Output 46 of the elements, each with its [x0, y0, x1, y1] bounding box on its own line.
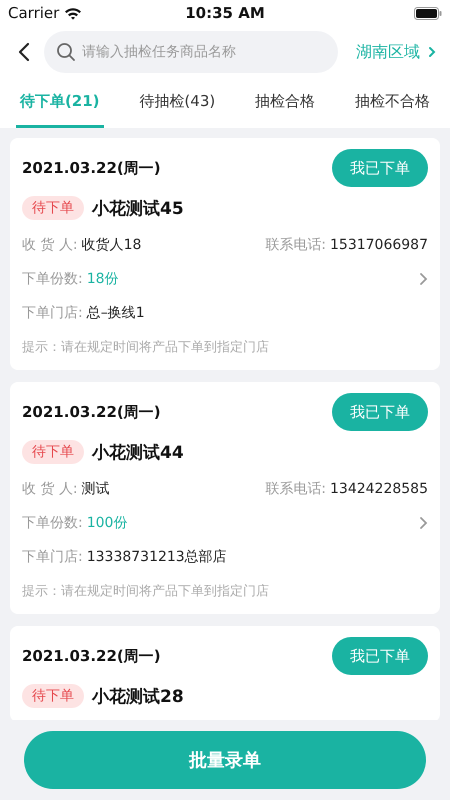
receiver-value: 收货人18 [82, 237, 142, 253]
batch-entry-button[interactable]: 批量录单 [24, 731, 426, 789]
region-selector[interactable]: 湖南区域 [352, 42, 440, 62]
phone-value: 13424228585 [330, 481, 428, 497]
product-title: 小花测试45 [92, 198, 184, 220]
status-tag: 待下单 [22, 440, 84, 464]
field-label: 收 货 人: [22, 237, 78, 253]
hint-text: 提示：请在规定时间将产品下单到指定门店 [22, 583, 269, 600]
tab[interactable]: 待下单(21) [16, 78, 104, 128]
order-date: 2021.03.22(周一) [22, 646, 161, 666]
chevron-right-icon [428, 46, 436, 58]
tab[interactable]: 抽检合格 [251, 78, 320, 128]
wifi-icon [64, 6, 82, 20]
chevron-right-icon[interactable] [419, 516, 428, 530]
status-tag: 待下单 [22, 684, 84, 708]
store-value: 总–换线1 [86, 305, 145, 321]
field-label: 联系电话: [265, 237, 326, 253]
field-label: 下单门店: [22, 305, 83, 321]
chevron-right-icon[interactable] [419, 272, 428, 286]
field-label: 收 货 人: [22, 481, 78, 497]
receiver-value: 测试 [82, 481, 110, 497]
product-title: 小花测试28 [92, 686, 184, 708]
status-tag: 待下单 [22, 196, 84, 220]
search-field[interactable]: 请输入抽检任务商品名称 [44, 31, 338, 73]
ordered-button[interactable]: 我已下单 [332, 637, 428, 675]
ordered-button[interactable]: 我已下单 [332, 149, 428, 187]
carrier-label: Carrier [8, 4, 60, 22]
status-time: 10:35 AM [185, 4, 265, 22]
store-value: 13338731213总部店 [86, 549, 227, 565]
field-label: 下单门店: [22, 549, 83, 565]
search-icon [56, 42, 76, 62]
product-title: 小花测试44 [92, 442, 184, 464]
quantity-value: 100份 [86, 515, 128, 531]
field-label: 联系电话: [265, 481, 326, 497]
tab[interactable]: 待抽检(43) [135, 78, 220, 128]
phone-value: 15317066987 [330, 237, 428, 253]
field-label: 下单份数: [22, 271, 83, 287]
quantity-value: 18份 [86, 271, 119, 287]
battery-icon [414, 6, 442, 20]
ordered-button[interactable]: 我已下单 [332, 393, 428, 431]
field-label: 下单份数: [22, 515, 83, 531]
back-icon[interactable] [18, 42, 30, 62]
order-date: 2021.03.22(周一) [22, 402, 161, 422]
hint-text: 提示：请在规定时间将产品下单到指定门店 [22, 339, 269, 356]
order-date: 2021.03.22(周一) [22, 158, 161, 178]
tab[interactable]: 抽检不合格 [351, 78, 434, 128]
